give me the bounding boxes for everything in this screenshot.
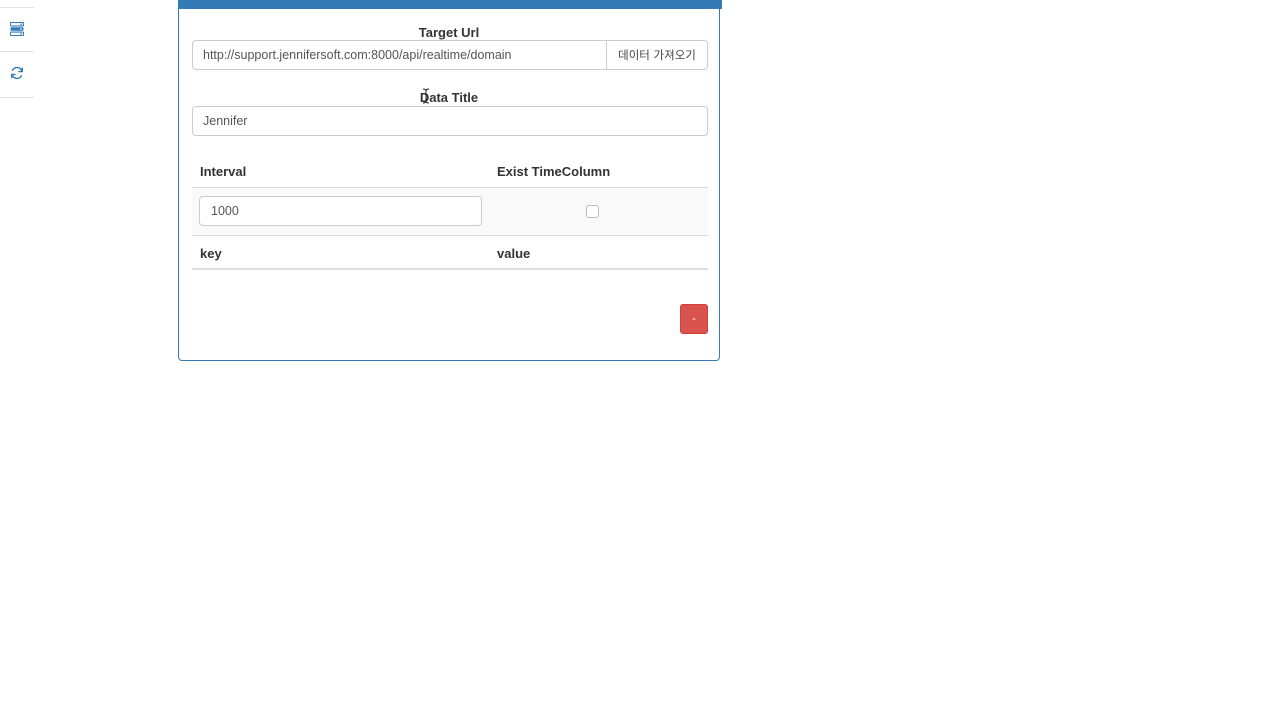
target-url-label: Target Url <box>418 25 480 40</box>
refresh-icon <box>10 66 24 80</box>
value-header: value <box>497 246 531 261</box>
interval-header: Interval <box>200 164 247 179</box>
table-divider <box>192 235 708 236</box>
sidebar-item-refresh[interactable] <box>0 51 34 95</box>
interval-input[interactable]: 1000 <box>199 196 482 226</box>
target-url-group: http://support.jennifersoft.com:8000/api… <box>192 40 708 70</box>
panel-header <box>178 0 722 9</box>
target-url-input[interactable]: http://support.jennifersoft.com:8000/api… <box>192 40 607 70</box>
fetch-data-button[interactable]: 데이터 가져오기 <box>606 40 708 70</box>
exist-time-column-header: Exist TimeColumn <box>497 164 611 179</box>
sidebar-item-data-sources[interactable] <box>0 7 34 51</box>
key-header: key <box>200 246 222 261</box>
server-stack-icon <box>10 22 24 36</box>
sidebar-divider <box>0 97 34 98</box>
data-title-input[interactable]: Jennifer <box>192 106 708 136</box>
data-title-label: Data Title <box>419 90 479 105</box>
remove-button[interactable]: - <box>680 304 708 334</box>
exist-time-column-checkbox[interactable] <box>586 205 599 218</box>
sidebar <box>0 0 34 98</box>
data-source-panel: Target Url http://support.jennifersoft.c… <box>178 0 722 361</box>
table-divider <box>192 268 708 270</box>
